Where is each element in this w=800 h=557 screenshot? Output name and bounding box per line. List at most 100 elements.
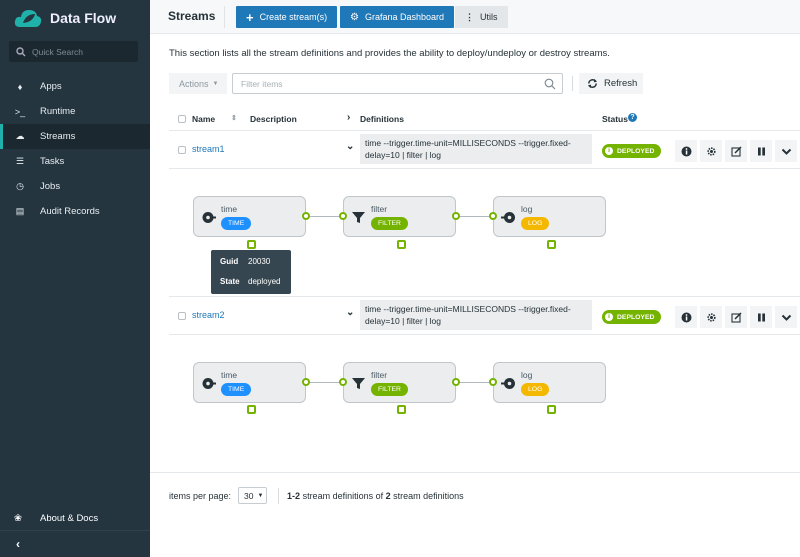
select-all-checkbox[interactable] [178,115,186,123]
refresh-label: Refresh [604,78,638,89]
node-name: log [521,204,533,214]
collapse-chevron-icon[interactable]: ⌄ [346,141,354,152]
node-type-tag: LOG [521,383,550,396]
chevron-down-icon [781,148,791,155]
graph-node-log[interactable]: log LOG [493,196,606,237]
graph-node-filter[interactable]: filter FILTER [343,196,456,237]
items-per-page-select[interactable]: 30 ▼ [238,487,268,504]
instance-marker[interactable] [247,405,256,414]
instance-marker[interactable] [547,240,556,249]
deploy-button[interactable] [700,140,722,162]
info-icon: i [605,147,613,155]
search-icon [16,46,26,56]
sidebar-item-label: About & Docs [40,512,99,524]
gear-icon [706,312,716,322]
table-row: stream2 ⌄ time --trigger.time-unit=MILLI… [169,297,800,335]
input-port[interactable] [489,378,497,386]
clock-icon: ◷ [16,181,24,191]
utils-button[interactable]: ⋮ Utils [455,6,508,28]
node-name: time [221,370,238,380]
instance-marker[interactable] [397,240,406,249]
edit-icon [730,311,742,323]
expand-all-chevron-icon[interactable]: › [347,112,350,123]
input-port[interactable] [339,212,347,220]
info-circle-icon [681,312,691,322]
gear-icon [706,146,716,156]
sidebar-item-jobs[interactable]: ◷ Jobs [0,174,150,199]
filter-icon [352,212,365,223]
graph-node-time[interactable]: time TIME [193,196,306,237]
page-description: This section lists all the stream defini… [169,48,610,59]
node-type-tag: LOG [521,217,550,230]
undeploy-button[interactable] [750,140,772,162]
node-name: filter [371,370,388,380]
graph-node-filter[interactable]: filter FILTER [343,362,456,403]
page-size-value: 30 [244,490,254,501]
sidebar-item-label: Tasks [40,156,65,167]
brand[interactable]: Data Flow [14,4,116,32]
output-port[interactable] [302,378,310,386]
archive-icon: ▤ [15,206,25,216]
instance-tooltip: Guid 20030 State deployed [211,250,291,294]
sort-icon[interactable]: ⇕ [231,114,237,122]
grafana-dashboard-button[interactable]: ⚙ Grafana Dashboard [340,6,455,28]
node-name: time [221,204,238,214]
page-title: Streams [168,9,216,23]
more-actions-button[interactable] [775,306,797,328]
deploy-button[interactable] [700,306,722,328]
row-checkbox[interactable] [178,146,186,154]
divider [224,6,225,28]
sidebar-item-apps[interactable]: ♦ Apps [0,74,150,99]
refresh-button[interactable]: Refresh [579,73,643,94]
edit-button[interactable] [725,306,747,328]
create-stream-label: Create stream(s) [259,12,328,22]
edit-button[interactable] [725,140,747,162]
edit-icon [730,145,742,157]
filter-input[interactable]: Filter items [232,73,563,94]
node-name: log [521,370,533,380]
input-port[interactable] [339,378,347,386]
output-port[interactable] [302,212,310,220]
pagination: items per page: 30 ▼ 1-2 stream definitio… [169,487,464,504]
help-icon[interactable]: ? [628,113,637,122]
status-label: DEPLOYED [617,313,655,321]
sidebar-item-audit-records[interactable]: ▤ Audit Records [0,199,150,224]
graph-node-time[interactable]: time TIME [193,362,306,403]
output-port[interactable] [452,378,460,386]
details-button[interactable] [675,306,697,328]
more-actions-button[interactable] [775,140,797,162]
create-stream-button[interactable]: + Create stream(s) [236,6,338,28]
undeploy-button[interactable] [750,306,772,328]
actions-dropdown[interactable]: Actions ▼ [169,73,227,94]
source-icon [202,378,216,389]
details-button[interactable] [675,140,697,162]
sidebar-item-streams[interactable]: ☁ Streams [0,124,150,149]
actions-label: Actions [179,78,209,89]
sidebar-item-runtime[interactable]: >_ Runtime [0,99,150,124]
output-port[interactable] [452,212,460,220]
filter-icon [352,378,365,389]
sidebar-item-tasks[interactable]: ☰ Tasks [0,149,150,174]
instance-marker[interactable] [547,405,556,414]
quick-search-input[interactable]: Quick Search [9,41,138,62]
sidebar-item-about-docs[interactable]: ❀ About & Docs [0,508,150,528]
graph-node-log[interactable]: log LOG [493,362,606,403]
stream-name-link[interactable]: stream1 [192,144,225,154]
stream-graph: time TIME filter FILTER log LOG [169,335,800,435]
stream-definition: time --trigger.time-unit=MILLISECONDS --… [360,134,592,164]
instance-marker[interactable] [397,405,406,414]
pagination-info: 1-2 stream definitions of 2 stream defin… [278,487,464,504]
instance-marker[interactable] [247,240,256,249]
node-type-tag: TIME [221,383,252,396]
stream-name-link[interactable]: stream2 [192,310,225,320]
collapse-sidebar-button[interactable]: ‹ [0,530,150,557]
tags-icon: ♦ [17,81,23,92]
input-port[interactable] [489,212,497,220]
more-vertical-icon: ⋮ [465,11,474,22]
stream-definition: time --trigger.time-unit=MILLISECONDS --… [360,300,592,330]
sidebar-item-label: Audit Records [40,206,100,217]
row-checkbox[interactable] [178,312,186,320]
collapse-chevron-icon[interactable]: ⌄ [346,307,354,318]
header-name[interactable]: Name [192,114,215,124]
tooltip-state-value: deployed [248,277,281,286]
